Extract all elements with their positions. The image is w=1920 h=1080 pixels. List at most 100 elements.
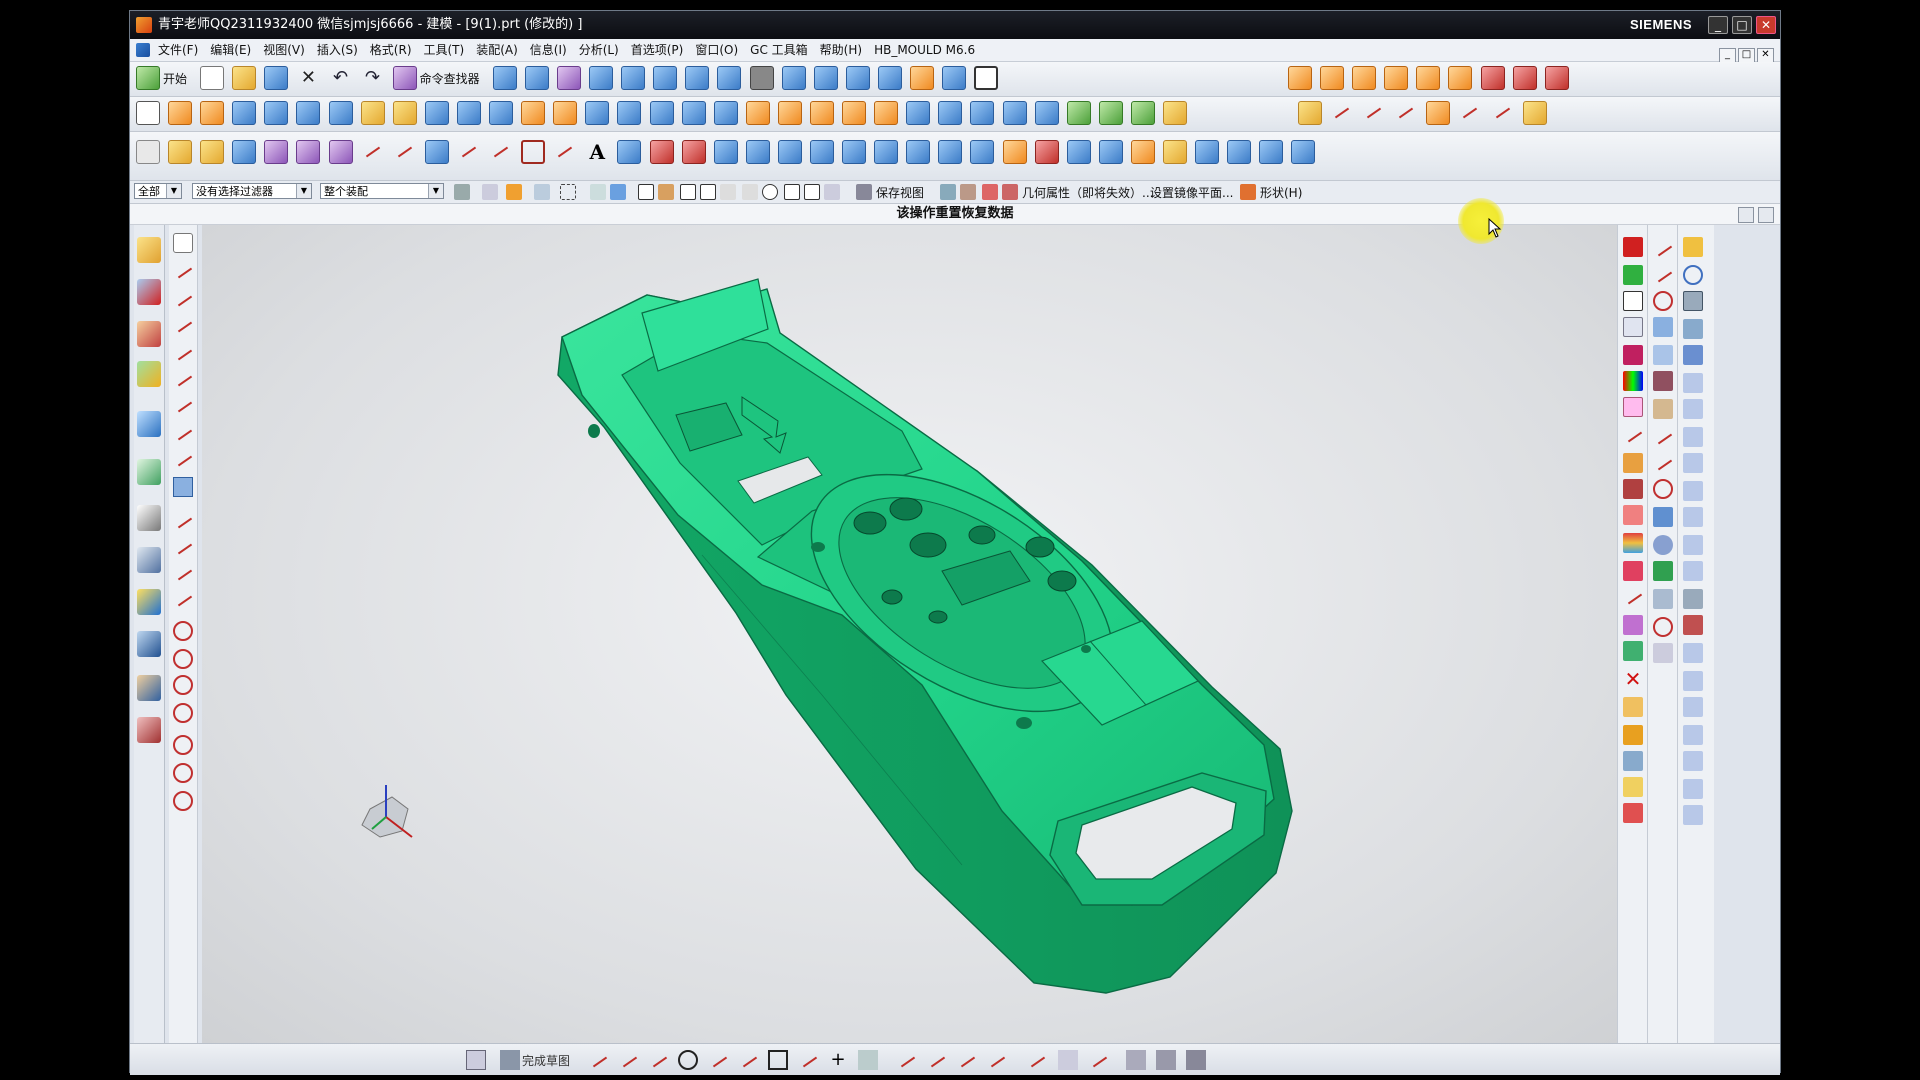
history-icon[interactable]: [137, 505, 161, 531]
make-corner-icon[interactable]: [956, 1050, 976, 1070]
point-cloud-icon[interactable]: [296, 140, 321, 164]
render-style-icon[interactable]: [749, 66, 774, 90]
through-curves-icon[interactable]: [874, 140, 899, 164]
polygon-icon[interactable]: [553, 140, 577, 164]
snap-quadrant-icon[interactable]: [784, 184, 800, 200]
ejector-pin-icon[interactable]: [1683, 319, 1703, 339]
section-analysis-icon[interactable]: [1623, 317, 1643, 337]
arc-icon[interactable]: [489, 140, 513, 164]
quick-extend-icon[interactable]: [926, 1050, 946, 1070]
menu-hb-mould[interactable]: HB_MOULD M6.6: [868, 39, 981, 61]
hide-icon[interactable]: [1623, 803, 1643, 823]
bisector-line-icon[interactable]: [173, 395, 193, 415]
set-mirror-plane-label[interactable]: 设置镜像平面...: [1150, 184, 1233, 201]
assembly-navigator-icon[interactable]: [137, 237, 161, 263]
animate-dimension-icon[interactable]: [1186, 1050, 1206, 1070]
pan-icon[interactable]: [717, 66, 742, 90]
conic-tool-icon[interactable]: [173, 763, 193, 783]
offset-face-icon[interactable]: [842, 101, 867, 125]
select-point-icon[interactable]: [232, 140, 257, 164]
bounding-box-icon[interactable]: [1623, 291, 1643, 311]
support-pillar-icon[interactable]: [1683, 561, 1703, 581]
highlight-lines-icon[interactable]: [1623, 641, 1643, 661]
snap-bounded-grid-icon[interactable]: [824, 184, 840, 200]
gate-icon[interactable]: [1683, 453, 1703, 473]
through-curve-mesh-icon[interactable]: [906, 140, 931, 164]
save-view-icon[interactable]: [856, 184, 872, 200]
circle-tool-icon[interactable]: [173, 621, 193, 641]
menu-preferences[interactable]: 首选项(P): [625, 39, 690, 61]
snap-arc-icon[interactable]: [720, 184, 736, 200]
delete-face-icon[interactable]: [1098, 101, 1123, 125]
document-menu-icon[interactable]: [136, 43, 150, 57]
mold-shrinkage-icon[interactable]: [1352, 66, 1377, 90]
deviation-icon[interactable]: [1623, 561, 1643, 581]
trimmed-sheet-icon[interactable]: [1227, 140, 1252, 164]
arc-icon[interactable]: [648, 1050, 668, 1070]
multi-point-icon[interactable]: [264, 140, 289, 164]
project-curve-icon[interactable]: [1426, 101, 1451, 125]
extrude-icon[interactable]: [168, 101, 193, 125]
polygon-icon[interactable]: [798, 1050, 818, 1070]
ungroup-icon[interactable]: [1623, 725, 1643, 745]
parallel-icon[interactable]: [1653, 239, 1673, 259]
transform-icon[interactable]: [1653, 317, 1673, 337]
geometry-property-label[interactable]: 几何属性（即将失效）...: [1022, 184, 1153, 201]
zoom-window-icon[interactable]: [653, 66, 678, 90]
menu-edit[interactable]: 编辑(E): [204, 39, 257, 61]
menu-format[interactable]: 格式(R): [364, 39, 418, 61]
background-icon[interactable]: [942, 66, 967, 90]
move-face-icon[interactable]: [1066, 101, 1091, 125]
part-model-canvas[interactable]: [202, 225, 1617, 1043]
drawing-icon[interactable]: [1683, 805, 1703, 825]
menu-assembly[interactable]: 装配(A): [470, 39, 524, 61]
unite-icon[interactable]: [521, 101, 546, 125]
resource-bar-toggle-icon[interactable]: [1738, 207, 1754, 223]
view-section-icon[interactable]: [960, 184, 976, 200]
extract-curve-icon[interactable]: [809, 140, 834, 164]
edge-style-icon[interactable]: [910, 66, 934, 90]
roles-icon[interactable]: [137, 675, 161, 701]
plate-icon[interactable]: [1683, 589, 1703, 609]
snap-grid-icon[interactable]: [393, 140, 417, 164]
revolve-icon[interactable]: [200, 101, 225, 125]
touch-mode-icon[interactable]: [524, 66, 549, 90]
stop-button-icon[interactable]: [1683, 697, 1703, 717]
screw-icon[interactable]: [1683, 507, 1703, 527]
filter-settings-icon[interactable]: [454, 184, 470, 200]
mirror-feature-icon[interactable]: [938, 101, 963, 125]
point-grid-icon[interactable]: [328, 140, 353, 164]
grid-pattern-icon[interactable]: [1653, 561, 1673, 581]
menu-tools[interactable]: 工具(T): [418, 39, 471, 61]
line-icon[interactable]: [457, 140, 481, 164]
point-line-icon[interactable]: [173, 423, 193, 443]
snap-endpoint-icon[interactable]: [638, 184, 654, 200]
thickness-analysis-icon[interactable]: [1623, 397, 1643, 417]
silhouette-curve-icon[interactable]: [777, 140, 802, 164]
section-curve-icon[interactable]: [1522, 101, 1547, 125]
extension-icon[interactable]: [1195, 140, 1220, 164]
bounded-plane-icon[interactable]: [1066, 140, 1091, 164]
standard-part-icon[interactable]: [1683, 751, 1703, 771]
ellipse-tool-icon[interactable]: [173, 735, 193, 755]
pencil-icon[interactable]: [1653, 427, 1673, 447]
options-icon[interactable]: [1653, 643, 1673, 663]
styled-blend-icon[interactable]: [1130, 140, 1155, 164]
geometry-property-icon[interactable]: [982, 184, 998, 200]
line-icon[interactable]: [618, 1050, 638, 1070]
measure-angle-icon[interactable]: [1623, 453, 1643, 473]
auto-constrain-icon[interactable]: [1126, 1050, 1146, 1070]
orient-view-front-icon[interactable]: [813, 66, 838, 90]
circle-tangent-icon[interactable]: [173, 703, 193, 723]
measure-line-icon[interactable]: [1623, 425, 1643, 445]
process-studio-icon[interactable]: [137, 589, 161, 615]
datum-plane-icon[interactable]: [1163, 101, 1187, 125]
constraint-navigator-icon[interactable]: [137, 279, 161, 305]
mold-family-icon[interactable]: [1448, 66, 1473, 90]
cylinder-icon[interactable]: [424, 101, 449, 125]
studio-spline-icon[interactable]: [858, 1050, 878, 1070]
finish-sketch-icon[interactable]: [500, 1050, 520, 1070]
copy-features-icon[interactable]: [1653, 371, 1673, 391]
bushing-icon[interactable]: [1683, 671, 1703, 691]
system-scenes-icon[interactable]: [137, 717, 161, 743]
